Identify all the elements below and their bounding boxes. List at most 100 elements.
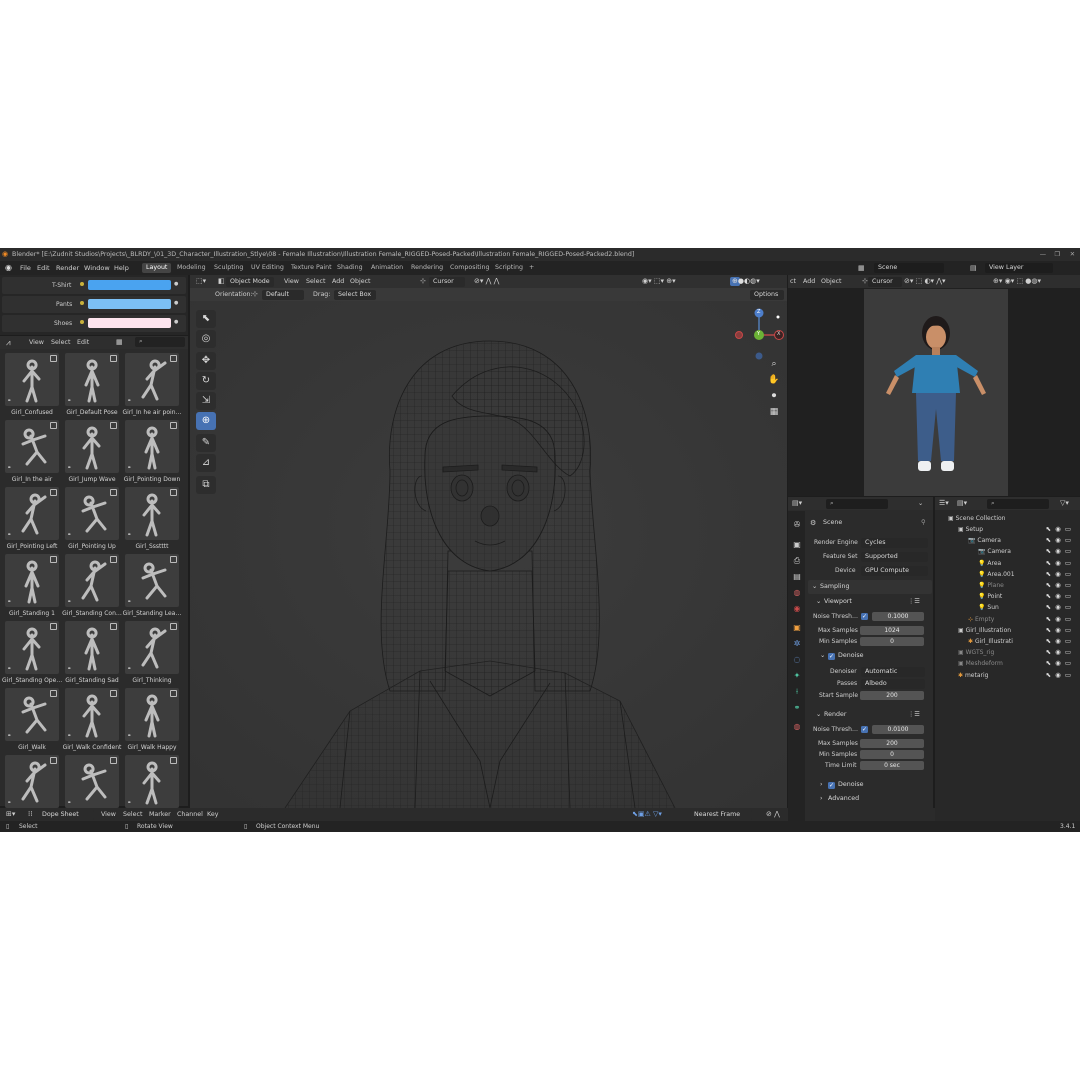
render-menu-add[interactable]: Add bbox=[803, 275, 815, 288]
snap-dropdown[interactable]: Nearest Frame bbox=[690, 809, 752, 820]
particles-tab-icon[interactable]: ◌ bbox=[790, 653, 804, 667]
r-noise-checkbox[interactable]: ✓ bbox=[861, 726, 868, 733]
outliner-item[interactable]: 💡 Sun ⬉ ◉ ▭ bbox=[948, 602, 1076, 613]
visibility-toggles-icon[interactable]: ⬉ ◉ ▭ bbox=[1046, 580, 1072, 591]
camera-view-icon[interactable]: ⏺ bbox=[767, 389, 781, 403]
menu-edit[interactable]: Edit bbox=[37, 261, 50, 275]
passes-dropdown[interactable]: Albedo bbox=[861, 678, 925, 689]
render-preview-viewport[interactable]: ct Add Object ⊹ Cursor ⊘▾ ⬚ ◐▾ ⋀▾ ⊕▾ ◉▾ … bbox=[788, 275, 1080, 496]
outliner-item[interactable]: ▣ Setup ⬉ ◉ ▭ bbox=[948, 524, 1076, 535]
object-tab-icon[interactable]: ▣ bbox=[790, 621, 804, 635]
drag-dropdown[interactable]: Select Box bbox=[334, 289, 376, 300]
outliner-item[interactable]: 💡 Plane ⬉ ◉ ▭ bbox=[948, 580, 1076, 591]
visibility-toggles-icon[interactable]: ⬉ ◉ ▭ bbox=[1046, 524, 1072, 535]
editor-type-icon[interactable]: ☰▾ bbox=[939, 497, 949, 510]
scene-selector[interactable]: Scene bbox=[874, 263, 944, 273]
editor-type-icon[interactable]: ⊞▾ bbox=[6, 808, 15, 821]
view-layer-tab-icon[interactable]: ▤ bbox=[790, 570, 804, 584]
list-icon[interactable]: ⋮☰ bbox=[908, 596, 920, 608]
tab-rendering[interactable]: Rendering bbox=[407, 263, 447, 273]
outliner-item[interactable]: ▣ Girl_Illustration ⬉ ◉ ▭ bbox=[948, 625, 1076, 636]
asset-thumbnail[interactable]: ⚭ bbox=[125, 487, 179, 540]
data-tab-icon[interactable]: ⚭ bbox=[790, 701, 804, 715]
add-workspace-button[interactable]: + bbox=[525, 263, 538, 273]
outliner-item[interactable]: ✱ metarig ⬉ ◉ ▭ bbox=[948, 670, 1076, 681]
select-mode-icon[interactable]: ⬉▣⚠ ▽▾ bbox=[632, 808, 662, 821]
denoise-subpanel-header[interactable]: ⌄ ✓ Denoise bbox=[812, 650, 932, 662]
r-max-field[interactable]: 200 bbox=[860, 739, 924, 748]
orientation-dropdown[interactable]: Default bbox=[262, 289, 304, 300]
shoes-color-swatch[interactable] bbox=[88, 318, 171, 328]
zoom-icon[interactable]: ⌕ bbox=[767, 357, 781, 371]
asset-thumbnail[interactable]: ⚭ bbox=[5, 353, 59, 406]
minimize-icon[interactable]: — bbox=[1040, 248, 1046, 261]
output-tab-icon[interactable]: ⎙ bbox=[790, 554, 804, 568]
asset-menu-view[interactable]: View bbox=[29, 336, 44, 349]
denoise2-subpanel-header[interactable]: › ✓ Denoise bbox=[812, 779, 932, 791]
asset-thumbnail[interactable]: ⚭ bbox=[125, 420, 179, 473]
display-mode-icon[interactable]: ▤▾ bbox=[957, 497, 967, 510]
visibility-toggles-icon[interactable]: ⬉ ◉ ▭ bbox=[1046, 614, 1072, 625]
outliner-search-input[interactable]: ⌕ bbox=[987, 499, 1049, 509]
device-dropdown[interactable]: GPU Compute bbox=[861, 565, 928, 576]
maximize-icon[interactable]: ❐ bbox=[1054, 248, 1060, 261]
menu-window[interactable]: Window bbox=[84, 261, 110, 275]
properties-search-input[interactable]: ⌕ bbox=[826, 499, 888, 509]
asset-thumbnail[interactable]: ⚭ bbox=[125, 353, 179, 406]
tool-tab-icon[interactable]: ✇ bbox=[790, 518, 804, 532]
vp-min-field[interactable]: 0 bbox=[860, 637, 924, 646]
ortho-grid-icon[interactable]: ▦ bbox=[767, 405, 781, 419]
move-tool-icon[interactable]: ✥ bbox=[196, 352, 216, 370]
asset-thumbnail[interactable]: ⚭ bbox=[125, 755, 179, 808]
options-dropdown[interactable]: Options bbox=[750, 289, 784, 300]
filter-icon[interactable]: ▽▾ bbox=[1060, 497, 1069, 510]
editor-type-icon[interactable]: ▤▾ bbox=[792, 497, 802, 510]
keyframe-dot-icon[interactable] bbox=[80, 301, 84, 305]
annotate-tool-icon[interactable]: ✎ bbox=[196, 434, 216, 452]
outliner-item[interactable]: ✱ Girl_Illustrati ⬉ ◉ ▭ bbox=[948, 636, 1076, 647]
menu-help[interactable]: Help bbox=[114, 261, 129, 275]
navigation-gizmo[interactable]: Z Y X bbox=[728, 305, 788, 365]
r-min-field[interactable]: 0 bbox=[860, 750, 924, 759]
transform-tool-icon[interactable]: ⊕ bbox=[196, 412, 216, 430]
outliner-item[interactable]: ▣ Meshdeform ⬉ ◉ ▭ bbox=[948, 658, 1076, 669]
timeline-menu-marker[interactable]: Marker bbox=[149, 808, 171, 821]
tshirt-color-swatch[interactable] bbox=[88, 280, 171, 290]
asset-thumbnail[interactable]: ⚭ bbox=[5, 420, 59, 473]
visibility-toggles-icon[interactable]: ⬉ ◉ ▭ bbox=[1046, 658, 1072, 669]
asset-thumbnail[interactable]: ⚭ bbox=[65, 755, 119, 808]
visibility-toggles-icon[interactable]: ⬉ ◉ ▭ bbox=[1046, 535, 1072, 546]
pan-hand-icon[interactable]: ✋ bbox=[767, 373, 781, 387]
tab-layout[interactable]: Layout bbox=[142, 263, 172, 273]
visibility-toggles-icon[interactable]: ⬉ ◉ ▭ bbox=[1046, 670, 1072, 681]
scale-tool-icon[interactable]: ⇲ bbox=[196, 392, 216, 410]
blender-menu-icon[interactable]: ◉ bbox=[5, 261, 12, 275]
world-tab-icon[interactable]: ◉ bbox=[790, 602, 804, 616]
outliner-item[interactable]: 💡 Area.001 ⬉ ◉ ▭ bbox=[948, 569, 1076, 580]
asset-menu-edit[interactable]: Edit bbox=[77, 336, 89, 349]
menu-file[interactable]: File bbox=[20, 261, 31, 275]
proportional-icon[interactable]: ⊘ ⋀ bbox=[766, 808, 780, 821]
r-noise-field[interactable]: 0.0100 bbox=[872, 725, 924, 734]
render-visibility-icon[interactable]: ⊕▾ ◉▾ ⬚ ●◍▾ bbox=[993, 275, 1041, 288]
visibility-toggles-icon[interactable]: ⬉ ◉ ▭ bbox=[1046, 636, 1072, 647]
vp-noise-field[interactable]: 0.1000 bbox=[872, 612, 924, 621]
tab-compositing[interactable]: Compositing bbox=[446, 263, 493, 273]
time-limit-field[interactable]: 0 sec bbox=[860, 761, 924, 770]
visibility-toggles-icon[interactable]: ⬉ ◉ ▭ bbox=[1046, 625, 1072, 636]
select-box-tool-icon[interactable]: ⬉ bbox=[196, 310, 216, 328]
add-cube-tool-icon[interactable]: ⧉ bbox=[196, 476, 216, 494]
outliner-item[interactable]: 💡 Area ⬉ ◉ ▭ bbox=[948, 558, 1076, 569]
pivot-dropdown[interactable]: Cursor bbox=[429, 276, 465, 287]
asset-thumbnail[interactable]: ⚭ bbox=[125, 621, 179, 674]
sampling-panel-header[interactable]: ⌄ Sampling bbox=[808, 580, 932, 594]
advanced-subpanel-header[interactable]: › Advanced bbox=[812, 793, 932, 805]
outliner-item[interactable]: 📷 Camera ⬉ ◉ ▭ bbox=[948, 535, 1076, 546]
vp-max-field[interactable]: 1024 bbox=[860, 626, 924, 635]
menu-render[interactable]: Render bbox=[56, 261, 79, 275]
asset-thumbnail[interactable]: ⚭ bbox=[125, 688, 179, 741]
display-mode-icon[interactable]: ▦ bbox=[116, 336, 123, 349]
pin-icon[interactable]: ⚲ bbox=[921, 517, 926, 529]
vp-noise-checkbox[interactable]: ✓ bbox=[861, 613, 868, 620]
tab-animation[interactable]: Animation bbox=[367, 263, 407, 273]
